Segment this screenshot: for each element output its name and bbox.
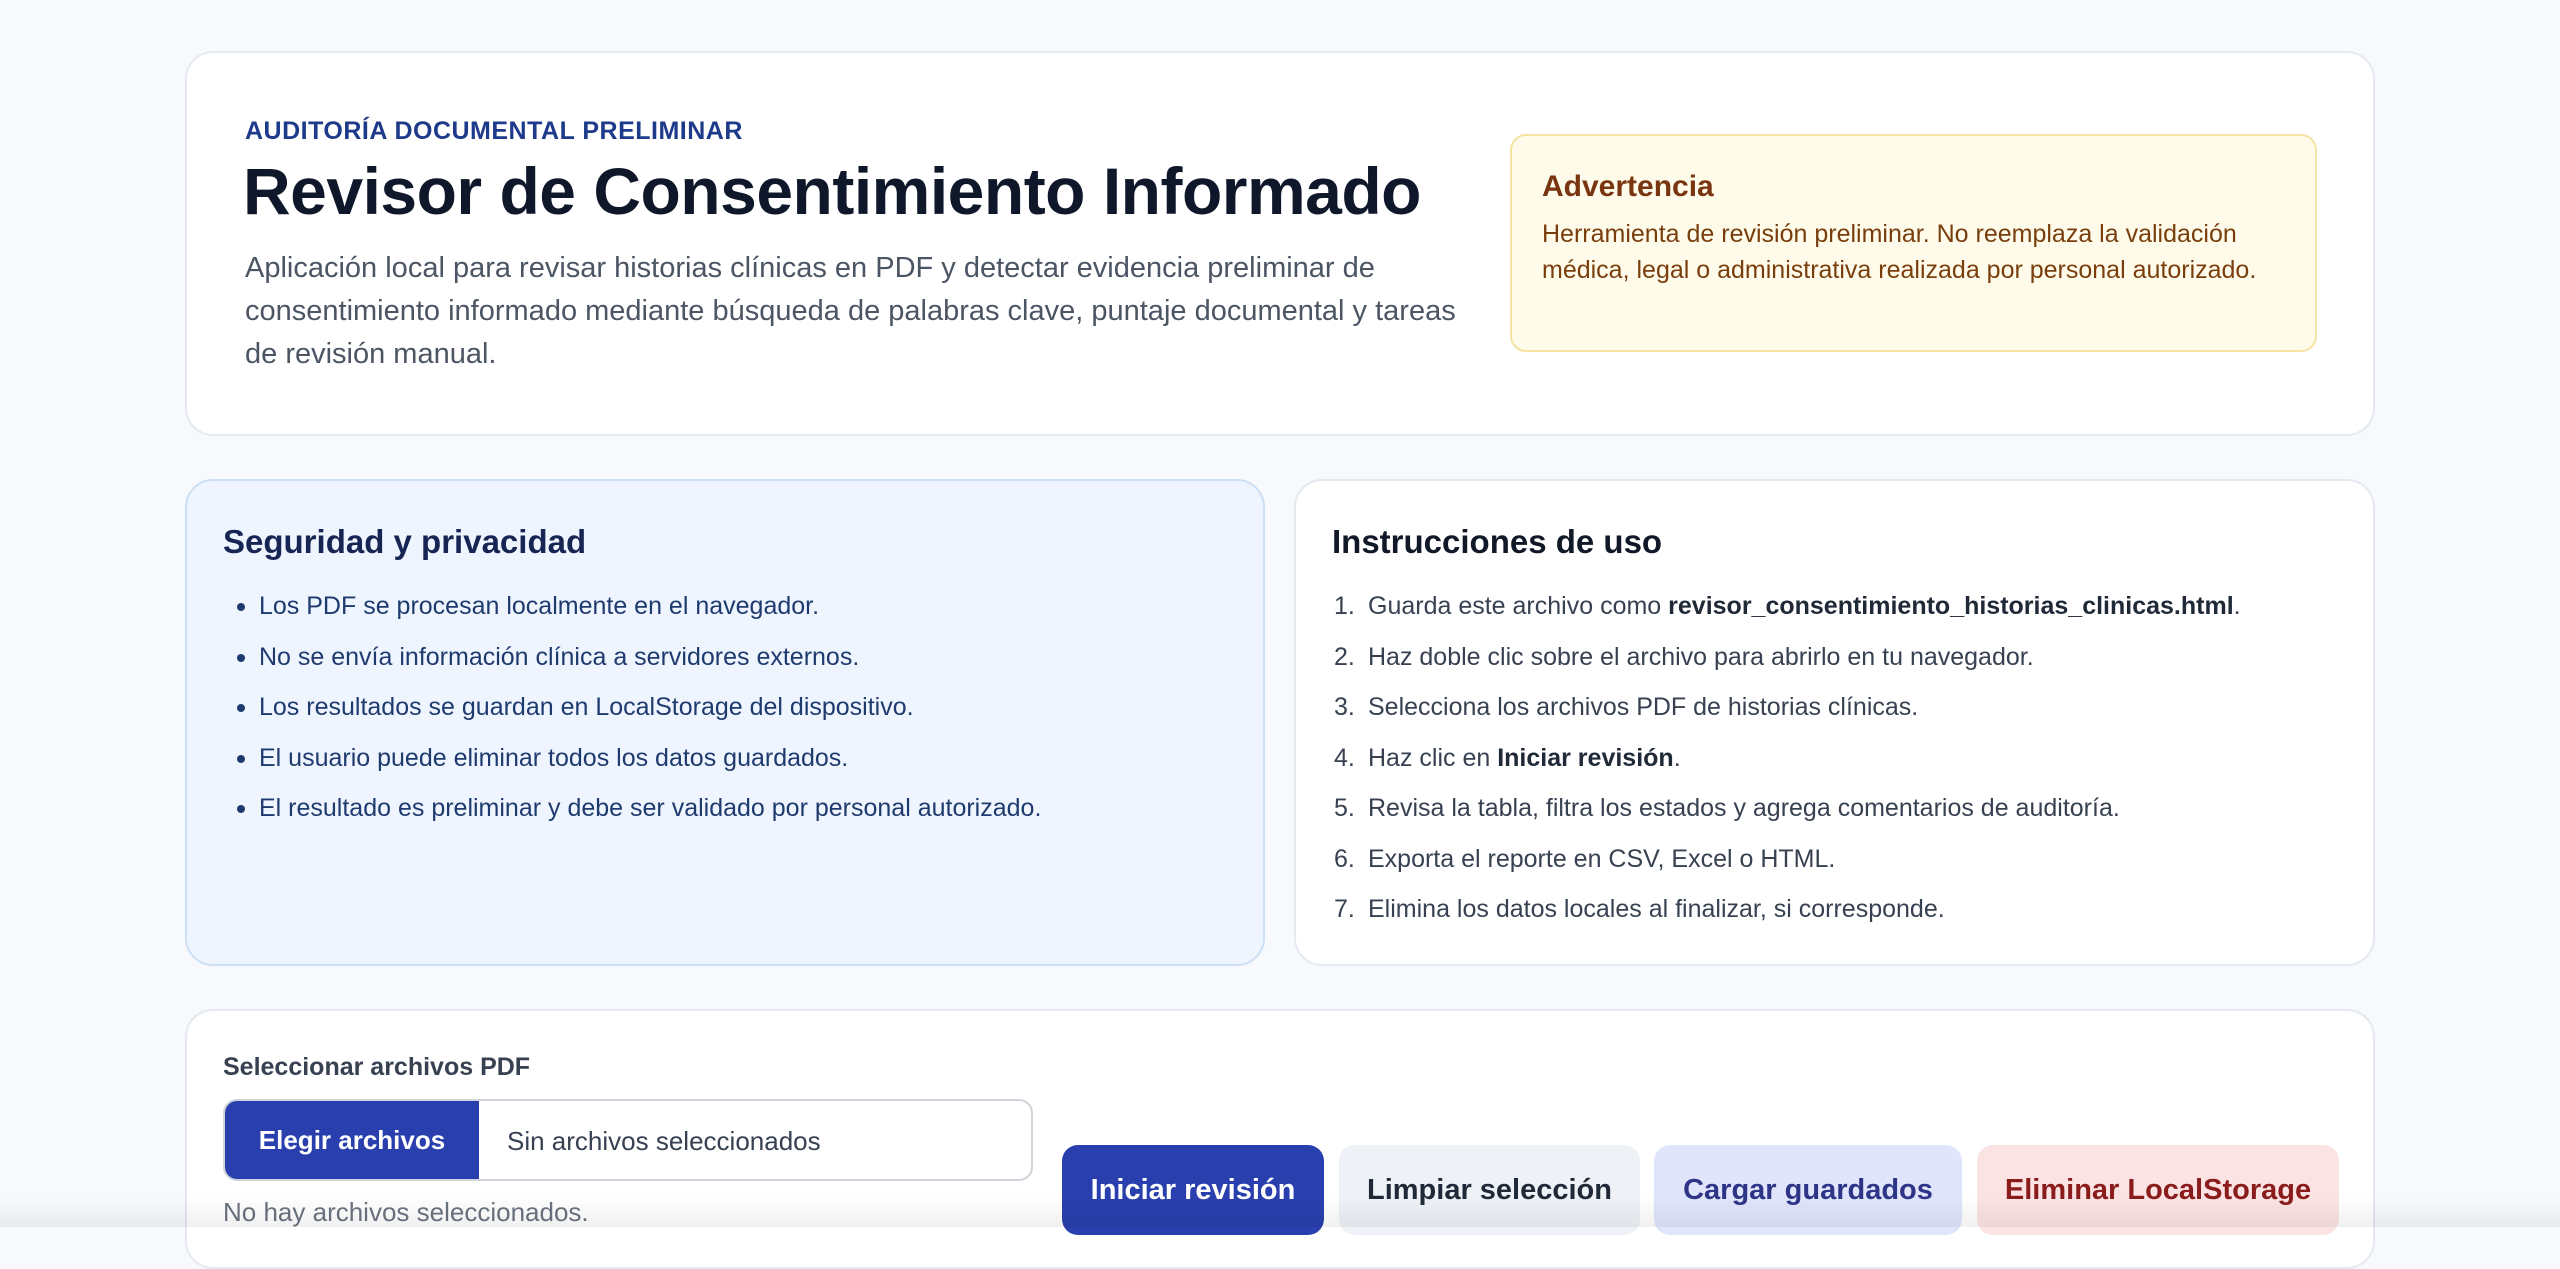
step-number: 4.	[1334, 743, 1355, 772]
step-text: Haz clic en	[1368, 743, 1498, 772]
warning-box: Advertencia Herramienta de revisión prel…	[1510, 134, 2317, 352]
instruction-step: 3. Selecciona los archivos PDF de histori…	[1332, 682, 2353, 733]
list-item: Los PDF se procesan localmente en el nav…	[223, 581, 1243, 632]
step-text: Elimina los datos locales al finalizar, …	[1368, 895, 1945, 923]
instructions-card: Instrucciones de uso 1. Guarda este archi…	[1294, 479, 2375, 966]
warning-title: Advertencia	[1542, 170, 1714, 203]
file-status-text: Sin archivos seleccionados	[507, 1126, 821, 1156]
step-number: 1.	[1334, 592, 1355, 620]
security-list: Los PDF se procesan localmente en el nav…	[223, 581, 1243, 834]
instructions-list: 1. Guarda este archivo como revisor_conse…	[1332, 581, 2353, 935]
file-input[interactable]: Elegir archivos Sin archivos seleccionad…	[223, 1099, 1033, 1181]
no-files-note: No hay archivos seleccionados.	[223, 1197, 589, 1227]
page-description: Aplicación local para revisar historias …	[245, 252, 1456, 370]
security-title: Seguridad y privacidad	[223, 523, 587, 560]
step-suffix: .	[2233, 592, 2241, 620]
warning-text: Herramienta de revisión preliminar. No r…	[1542, 220, 2257, 284]
step-number: 7.	[1334, 895, 1355, 923]
step-number: 6.	[1334, 844, 1355, 873]
eyebrow-label: AUDITORÍA DOCUMENTAL PRELIMINAR	[245, 117, 743, 145]
step-number: 2.	[1334, 642, 1355, 671]
load-saved-button[interactable]: Cargar guardados	[1654, 1145, 1962, 1235]
step-text: Exporta el reporte en CSV, Excel o HTML.	[1368, 844, 1836, 873]
page-title: Revisor de Consentimiento Informado	[243, 154, 1421, 228]
step-text: Revisa la tabla, filtra los estados y ag…	[1368, 794, 2120, 822]
instruction-step: 2. Haz doble clic sobre el archivo para a…	[1332, 632, 2353, 683]
instruction-step: 6. Exporta el reporte en CSV, Excel o HTM…	[1332, 834, 2353, 885]
step-suffix: .	[1673, 743, 1681, 772]
delete-localstorage-button[interactable]: Eliminar LocalStorage	[1977, 1145, 2339, 1235]
instruction-step: 4. Haz clic en Iniciar revisión.	[1332, 733, 2353, 784]
security-card: Seguridad y privacidad Los PDF se proces…	[185, 479, 1265, 966]
list-item: El usuario puede eliminar todos los dato…	[223, 733, 1243, 784]
file-select-label: Seleccionar archivos PDF	[223, 1053, 531, 1081]
step-bold: Iniciar revisión	[1497, 743, 1674, 772]
step-bold: revisor_consentimiento_historias_clinica…	[1668, 592, 2234, 620]
list-item: El resultado es preliminar y debe ser va…	[223, 783, 1243, 834]
start-review-button[interactable]: Iniciar revisión	[1062, 1145, 1324, 1235]
header-card: AUDITORÍA DOCUMENTAL PRELIMINAR Revisor …	[185, 51, 2375, 436]
clear-selection-button[interactable]: Limpiar selección	[1339, 1145, 1640, 1235]
choose-files-button[interactable]: Elegir archivos	[225, 1101, 479, 1179]
step-number: 5.	[1334, 794, 1355, 822]
list-item: No se envía información clínica a servid…	[223, 632, 1243, 683]
files-card: Seleccionar archivos PDF Elegir archivos…	[185, 1009, 2375, 1269]
instruction-step: 5. Revisa la tabla, filtra los estados y …	[1332, 783, 2353, 834]
instructions-title: Instrucciones de uso	[1332, 523, 1663, 560]
list-item: Los resultados se guardan en LocalStorag…	[223, 682, 1243, 733]
instruction-step: 1. Guarda este archivo como revisor_conse…	[1332, 581, 2353, 632]
step-text: Selecciona los archivos PDF de historias…	[1368, 693, 1919, 721]
step-number: 3.	[1334, 693, 1355, 721]
instruction-step: 7. Elimina los datos locales al finalizar…	[1332, 884, 2353, 935]
step-text: Guarda este archivo como	[1368, 592, 1669, 620]
step-text: Haz doble clic sobre el archivo para abr…	[1368, 642, 2034, 671]
